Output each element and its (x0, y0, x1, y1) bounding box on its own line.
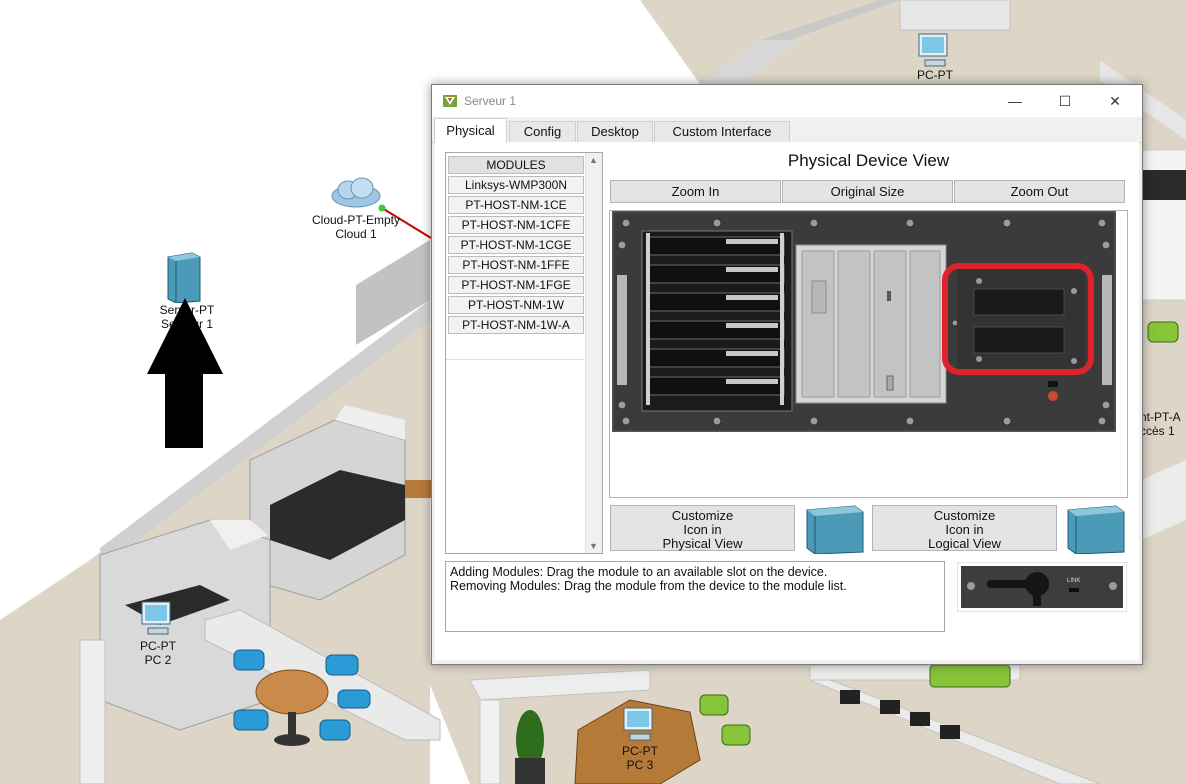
pc2-label: PC-PT PC 2 (128, 639, 188, 667)
tab-physical[interactable]: Physical (434, 118, 507, 143)
access-point-label: nt-PT-A ccès 1 (1140, 410, 1186, 438)
physical-tab-content: MODULES Linksys-WMP300N PT-HOST-NM-1CE P… (435, 142, 1139, 660)
module-item[interactable]: PT-HOST-NM-1FGE (448, 276, 584, 294)
zoom-in-button[interactable]: Zoom In (610, 180, 781, 203)
scroll-up-icon[interactable]: ▲ (589, 155, 598, 165)
customize-physical-line1: Customize (671, 508, 734, 523)
pc-top-model: PC-PT (917, 68, 953, 82)
physical-view-title: Physical Device View (787, 151, 950, 170)
device-window: Serveur 1 — ☐ ✕ Physical Config Desktop … (431, 84, 1143, 665)
module-item[interactable]: PT-HOST-NM-1CGE (448, 236, 584, 254)
cloud-icon[interactable] (330, 176, 382, 210)
pc2-name: PC 2 (144, 653, 172, 667)
zoom-out-button[interactable]: Zoom Out (954, 180, 1125, 203)
pc-top-label: PC-PT (905, 68, 965, 82)
module-list[interactable]: MODULES Linksys-WMP300N PT-HOST-NM-1CE P… (445, 152, 603, 554)
pc-icon[interactable] (915, 32, 951, 70)
list-divider (446, 359, 584, 360)
customize-logical-line2: Icon in (945, 522, 984, 537)
up-arrow-icon (147, 298, 223, 448)
module-item[interactable]: PT-HOST-NM-1W (448, 296, 584, 314)
packet-tracer-icon (443, 95, 457, 107)
original-size-button[interactable]: Original Size (782, 180, 953, 203)
modules-header: MODULES (448, 156, 584, 174)
device-view-frame (609, 210, 1128, 498)
module-list-scrollbar[interactable]: ▲ ▼ (585, 153, 602, 553)
cloud-name: Cloud 1 (335, 227, 377, 241)
minimize-button[interactable]: — (992, 85, 1038, 117)
server-icon[interactable] (805, 504, 865, 554)
pc3-model: PC-PT (622, 744, 658, 758)
server-chassis[interactable] (612, 211, 1116, 432)
window-title: Serveur 1 (464, 94, 517, 108)
server-icon[interactable] (1066, 504, 1126, 554)
customize-physical-line3: Physical View (662, 536, 743, 551)
access-point-name: ccès 1 (1140, 424, 1175, 438)
link-label: LINK (1067, 578, 1080, 584)
customize-physical-icon-button[interactable]: Customize Icon in Physical View (610, 505, 795, 551)
pc-icon[interactable] (138, 600, 174, 638)
help-removing-modules: Removing Modules: Drag the module from t… (450, 579, 847, 593)
tab-custom-interface[interactable]: Custom Interface (654, 121, 790, 142)
pc3-name: PC 3 (626, 758, 654, 772)
title-bar[interactable]: Serveur 1 — ☐ ✕ (432, 85, 1142, 117)
module-item[interactable]: PT-HOST-NM-1FFE (448, 256, 584, 274)
customize-logical-line3: Logical View (928, 536, 1001, 551)
pc3-label: PC-PT PC 3 (610, 744, 670, 772)
tab-desktop[interactable]: Desktop (577, 121, 653, 142)
module-item[interactable]: PT-HOST-NM-1CFE (448, 216, 584, 234)
module-help-text: Adding Modules: Drag the module to an av… (445, 561, 945, 632)
scroll-down-icon[interactable]: ▼ (589, 541, 598, 551)
maximize-button[interactable]: ☐ (1042, 85, 1088, 117)
help-adding-modules: Adding Modules: Drag the module to an av… (450, 565, 828, 579)
pc2-model: PC-PT (140, 639, 176, 653)
customize-logical-line1: Customize (933, 508, 996, 523)
cloud-model: Cloud-PT-Empty (311, 213, 401, 227)
close-button[interactable]: ✕ (1092, 85, 1138, 117)
module-item[interactable]: PT-HOST-NM-1CE (448, 196, 584, 214)
cloud-label: Cloud-PT-Empty Cloud 1 (300, 213, 412, 241)
module-item[interactable]: Linksys-WMP300N (448, 176, 584, 194)
customize-physical-line2: Icon in (683, 522, 722, 537)
pc-icon[interactable] (620, 706, 656, 744)
module-item[interactable]: PT-HOST-NM-1W-A (448, 316, 584, 334)
tab-bar: Physical Config Desktop Custom Interface (432, 118, 1142, 143)
tab-config[interactable]: Config (509, 121, 576, 142)
access-point-model: nt-PT-A (1140, 410, 1181, 424)
customize-logical-icon-button[interactable]: Customize Icon in Logical View (872, 505, 1057, 551)
module-preview: LINK (957, 562, 1127, 612)
